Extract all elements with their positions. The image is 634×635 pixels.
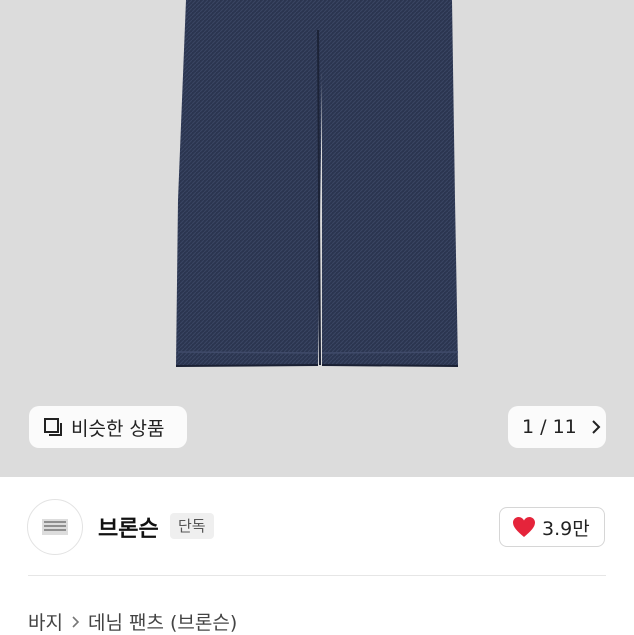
brand-row: 브론슨 단독 3.9만 [0, 477, 634, 575]
breadcrumb-category[interactable]: 바지 [28, 608, 63, 635]
image-counter-button[interactable]: 1 / 11 [508, 406, 606, 448]
like-button[interactable]: 3.9만 [499, 507, 605, 547]
chevron-right-icon [71, 615, 80, 629]
divider [28, 575, 606, 576]
heart-icon [512, 516, 536, 538]
product-image-carousel[interactable]: 비슷한 상품 1 / 11 [0, 0, 634, 477]
brand-name-link[interactable]: 브론슨 [98, 511, 159, 543]
breadcrumb-subcategory[interactable]: 데님 팬츠 (브론슨) [88, 608, 237, 635]
image-counter-text: 1 / 11 [522, 416, 577, 438]
similar-products-button[interactable]: 비슷한 상품 [29, 406, 187, 448]
chevron-right-icon [591, 420, 601, 434]
brand-logo[interactable] [27, 499, 83, 555]
exclusive-badge: 단독 [170, 513, 214, 539]
similar-items-icon [43, 417, 63, 437]
similar-products-label: 비슷한 상품 [71, 417, 165, 440]
like-count: 3.9만 [542, 517, 590, 540]
breadcrumb: 바지 데님 팬츠 (브론슨) [28, 608, 237, 635]
